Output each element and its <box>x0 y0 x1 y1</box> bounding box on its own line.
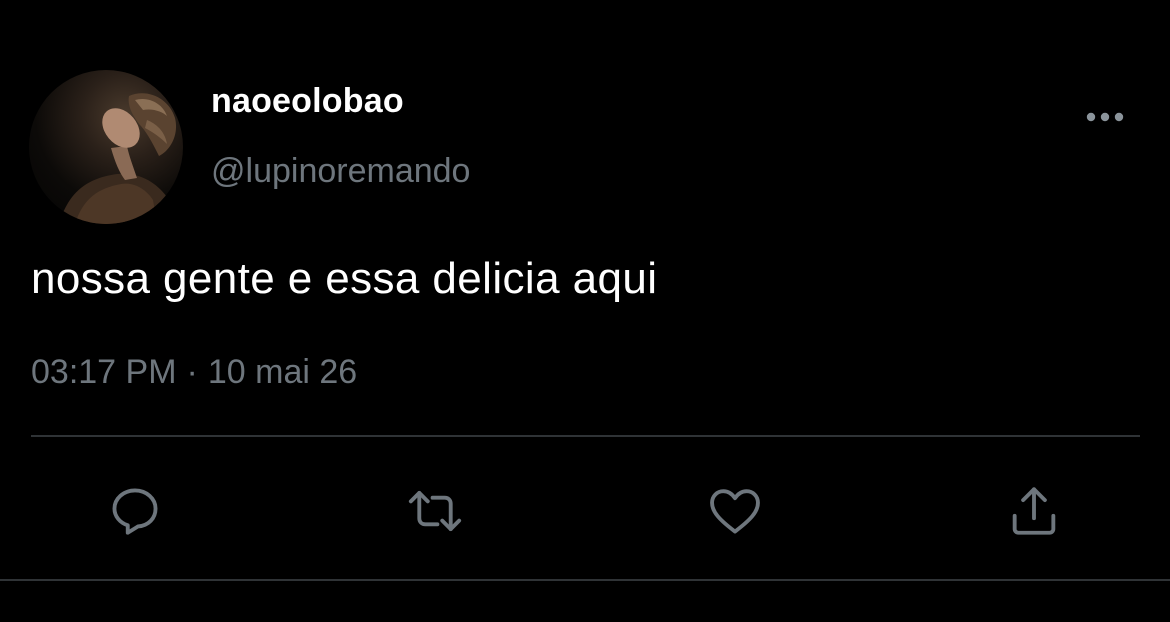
user-handle[interactable]: @lupinoremando <box>211 152 470 191</box>
more-horizontal-icon <box>1086 112 1124 122</box>
tweet-time: 03:17 PM <box>31 353 177 391</box>
divider <box>31 435 1140 437</box>
meta-separator: · <box>186 353 198 391</box>
retweet-icon <box>408 490 462 532</box>
retweet-button[interactable] <box>402 478 468 544</box>
avatar-photo <box>59 93 179 224</box>
tweet-date: 10 mai 26 <box>207 353 358 391</box>
divider <box>0 579 1170 581</box>
display-name[interactable]: naoeolobao <box>211 82 404 121</box>
tweet-text: nossa gente e essa delicia aqui <box>31 254 658 303</box>
share-icon <box>1012 487 1056 535</box>
more-options-button[interactable] <box>1082 100 1128 134</box>
tweet-card: naoeolobao @lupinoremando nossa gente e … <box>0 0 1170 622</box>
avatar[interactable] <box>29 70 183 224</box>
like-button[interactable] <box>702 478 768 544</box>
reply-icon <box>112 488 158 535</box>
heart-icon <box>710 489 760 534</box>
share-button[interactable] <box>1001 478 1067 544</box>
reply-button[interactable] <box>102 478 168 544</box>
tweet-timestamp[interactable]: 03:17 PM · 10 mai 26 <box>31 353 357 392</box>
